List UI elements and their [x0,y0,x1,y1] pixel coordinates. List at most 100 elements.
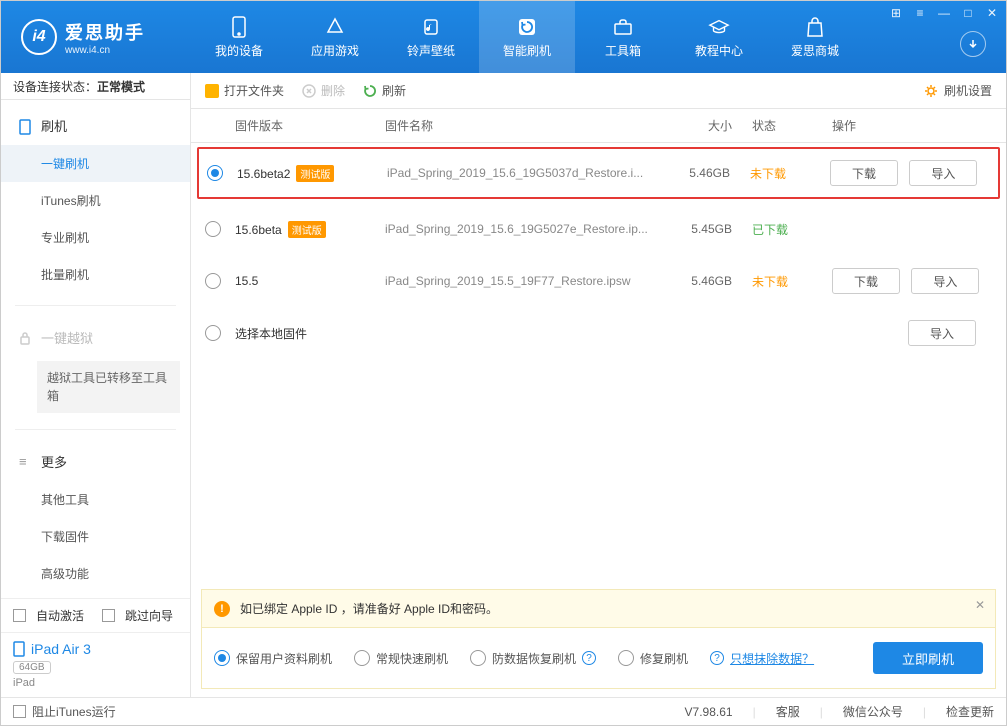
import-button[interactable]: 导入 [908,320,976,346]
warning-icon: ! [214,601,230,617]
firmware-size: 5.46GB [670,166,750,180]
flash-options: 保留用户资料刷机 常规快速刷机 防数据恢复刷机 ? 修复刷机 ? 只想抹除数据？… [201,628,996,689]
device-info[interactable]: iPad Air 3 64GB iPad [1,632,190,697]
folder-icon [205,84,219,98]
erase-data-link[interactable]: 只想抹除数据？ [730,650,814,667]
flash-now-button[interactable]: 立即刷机 [873,642,983,674]
skip-guide-label: 跳过向导 [125,607,173,624]
wechat-link[interactable]: 微信公众号 [843,703,903,720]
nav-tutorials[interactable]: 教程中心 [671,1,767,73]
toolbar: 打开文件夹 删除 刷新 刷机设置 [191,73,1006,109]
gear-icon [924,84,938,98]
help-icon[interactable]: ? [710,651,724,665]
check-update-link[interactable]: 检查更新 [946,703,994,720]
table-header: 固件版本 固件名称 大小 状态 操作 [191,109,1006,143]
flash-settings-button[interactable]: 刷机设置 [924,82,992,99]
sidebar-item-other[interactable]: 其他工具 [1,481,190,518]
option-radio[interactable] [214,650,230,666]
local-radio[interactable] [205,325,221,341]
firmware-status: 未下载 [750,165,830,182]
import-button[interactable]: 导入 [909,160,977,186]
firmware-radio[interactable] [205,273,221,289]
nav-smart-flash[interactable]: 智能刷机 [479,1,575,73]
option-radio[interactable] [354,650,370,666]
device-capacity: 64GB [13,661,51,674]
tablet-icon [13,641,25,657]
nav-toolbox[interactable]: 工具箱 [575,1,671,73]
toolbox-icon [612,16,634,38]
connection-status: 设备连接状态： 正常模式 [1,73,190,100]
device-type: iPad [13,677,178,689]
divider [15,305,176,306]
th-status: 状态 [752,117,832,134]
sidebar-item-advanced[interactable]: 高级功能 [1,555,190,592]
support-link[interactable]: 客服 [776,703,800,720]
maximize-icon[interactable]: □ [960,5,976,21]
opt-repair[interactable]: 修复刷机 [618,650,688,667]
sidebar-head-jailbreak: 一键越狱 [1,318,190,357]
firmware-radio[interactable] [207,165,223,181]
select-local-row: 选择本地固件 导入 [191,307,1006,359]
nav-store[interactable]: 爱思商城 [767,1,863,73]
nav-apps[interactable]: 应用游戏 [287,1,383,73]
erase-link-wrap: ? 只想抹除数据？ [710,650,814,667]
nav-ringtones[interactable]: 铃声壁纸 [383,1,479,73]
sidebar-item-batch[interactable]: 批量刷机 [1,256,190,293]
option-radio[interactable] [470,650,486,666]
version-label: V7.98.61 [685,705,733,719]
minimize-icon[interactable]: — [936,5,952,21]
block-itunes-label: 阻止iTunes运行 [32,703,116,720]
th-action: 操作 [832,117,992,134]
menu-icon[interactable]: ≡ [912,5,928,21]
scroll-down-button[interactable] [960,31,986,57]
phone-mini-icon [19,119,33,133]
device-name: iPad Air 3 [13,641,178,657]
th-size: 大小 [672,117,752,134]
firmware-filename: iPad_Spring_2019_15.6_19G5037d_Restore.i… [387,166,670,180]
auto-activate-checkbox[interactable] [13,609,26,622]
firmware-version: 15.6beta [235,223,282,237]
open-folder-button[interactable]: 打开文件夹 [205,82,284,99]
sidebar-item-pro[interactable]: 专业刷机 [1,219,190,256]
connection-mode: 正常模式 [97,78,145,95]
sidebar-head-more[interactable]: ≡ 更多 [1,442,190,481]
firmware-status: 已下载 [752,221,832,238]
sidebar-head-flash[interactable]: 刷机 [1,106,190,145]
bag-icon [804,16,826,38]
refresh-button[interactable]: 刷新 [363,82,406,99]
firmware-size: 5.45GB [672,222,752,236]
sidebar-item-oneclick[interactable]: 一键刷机 [1,145,190,182]
more-icon: ≡ [19,454,33,468]
logo-area: i4 爱思助手 www.i4.cn [1,19,191,56]
sidebar-item-itunes[interactable]: iTunes刷机 [1,182,190,219]
main-panel: 打开文件夹 删除 刷新 刷机设置 固件版本 固件名称 大小 状态 操作 [191,73,1006,697]
firmware-row: 15.6beta2测试版 iPad_Spring_2019_15.6_19G50… [197,147,1000,199]
close-icon[interactable]: ✕ [984,5,1000,21]
download-button[interactable]: 下载 [830,160,898,186]
skip-guide-checkbox[interactable] [102,609,115,622]
firmware-radio[interactable] [205,221,221,237]
delete-button[interactable]: 删除 [302,82,345,99]
import-button[interactable]: 导入 [911,268,979,294]
opt-keep-data[interactable]: 保留用户资料刷机 [214,650,332,667]
opt-anti-recovery[interactable]: 防数据恢复刷机 ? [470,650,596,667]
grid-icon[interactable]: ⊞ [888,5,904,21]
opt-normal[interactable]: 常规快速刷机 [354,650,448,667]
download-button[interactable]: 下载 [832,268,900,294]
nav-tabs: 我的设备 应用游戏 铃声壁纸 智能刷机 工具箱 教程中心 爱思商城 [191,1,863,73]
block-itunes-checkbox[interactable] [13,705,26,718]
th-version: 固件版本 [235,117,385,134]
test-badge: 测试版 [288,221,326,238]
refresh-icon [363,84,377,98]
refresh-square-icon [516,16,538,38]
firmware-row: 15.5 iPad_Spring_2019_15.5_19F77_Restore… [191,255,1006,307]
nav-my-device[interactable]: 我的设备 [191,1,287,73]
app-subtitle: www.i4.cn [65,45,145,56]
option-radio[interactable] [618,650,634,666]
alert-close-button[interactable]: ✕ [975,598,985,612]
alert-text: 如已绑定 Apple ID ，请准备好 Apple ID和密码。 [240,600,498,617]
help-icon[interactable]: ? [582,651,596,665]
firmware-row: 15.6beta测试版 iPad_Spring_2019_15.6_19G502… [191,203,1006,255]
sidebar-item-download[interactable]: 下载固件 [1,518,190,555]
sidebar: 设备连接状态： 正常模式 刷机 一键刷机 iTunes刷机 专业刷机 批量刷机 … [1,73,191,697]
